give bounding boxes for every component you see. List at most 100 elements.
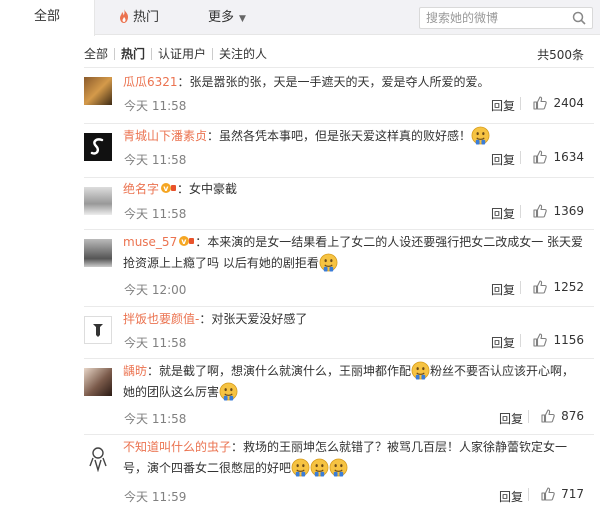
divider [520, 333, 522, 347]
tab-hot[interactable]: 热门 [118, 0, 159, 35]
reply-button[interactable]: 回复 [491, 334, 515, 351]
flame-icon [120, 9, 128, 23]
like-count: 1634 [553, 150, 584, 164]
avatar[interactable] [84, 187, 112, 215]
thumb-up-icon [533, 150, 547, 164]
search-input[interactable] [426, 10, 566, 26]
reply-button[interactable]: 回复 [499, 410, 523, 427]
like-button[interactable]: 1252 [520, 280, 584, 294]
comment-item: 龋昉：就是截了啊，想演什么就演什么，王丽坤都作配 粉丝不要否认应该开心啊，她的团队… [84, 358, 594, 434]
username[interactable]: 瓜瓜6321 [123, 75, 178, 89]
like-count: 1252 [553, 280, 584, 294]
comment-body: 瓜瓜6321：张是嚣张的张，天是一手遮天的天，爱是夺人所爱的爱。 [123, 72, 586, 93]
tab-hot-label: 热门 [133, 10, 160, 25]
timestamp: 今天 11:58 [124, 153, 187, 167]
comment-item: 拌饭也要颜值-：对张天爱没好感了 今天 11:58 回复 1156 [84, 306, 594, 358]
search-box[interactable] [419, 7, 593, 29]
chevron-down-icon: ▼ [239, 14, 246, 24]
smiley-emoji-icon [291, 458, 310, 477]
vip-badge-icon [161, 182, 177, 194]
like-button[interactable]: 1634 [520, 150, 584, 164]
divider [528, 487, 530, 501]
search-icon[interactable] [572, 11, 586, 25]
like-button[interactable]: 1156 [520, 333, 584, 347]
vip-badge-icon [179, 235, 195, 247]
username[interactable]: 不知道叫什么的虫子 [123, 440, 231, 454]
tab-bar: 全部 热门 更多 ▼ [0, 0, 600, 36]
avatar[interactable] [84, 444, 112, 472]
comment-text: ：就是截了啊，想演什么就演什么，王丽坤都作配 [147, 364, 412, 378]
avatar[interactable] [84, 368, 112, 396]
thumb-up-icon [533, 333, 547, 347]
like-count: 717 [561, 487, 584, 501]
reply-button[interactable]: 回复 [491, 97, 515, 114]
timestamp: 今天 11:58 [124, 336, 187, 350]
comment-body: 龋昉：就是截了啊，想演什么就演什么，王丽坤都作配 粉丝不要否认应该开心啊，她的团队… [123, 361, 586, 403]
comment-item: 青城山下潘素贞：虽然各凭本事吧，但是张天爱这样真的败好感！ 今天 11:58 回… [84, 123, 594, 177]
avatar-logo-icon [93, 324, 103, 337]
comment-body: 青城山下潘素贞：虽然各凭本事吧，但是张天爱这样真的败好感！ [123, 126, 586, 147]
avatar[interactable] [84, 316, 112, 344]
thumb-up-icon [541, 487, 555, 501]
avatar-logo-icon [90, 138, 104, 155]
thumb-up-icon [541, 409, 555, 423]
comment-filters: 全部 热门 认证用户 关注的人 [84, 44, 273, 64]
filter-verified[interactable]: 认证用户 [152, 45, 212, 63]
filter-following[interactable]: 关注的人 [213, 45, 273, 63]
like-count: 1369 [553, 204, 584, 218]
like-count: 1156 [553, 333, 584, 347]
like-count: 876 [561, 409, 584, 423]
smiley-emoji-icon [219, 382, 238, 401]
tab-more[interactable]: 更多 ▼ [208, 0, 246, 35]
tab-more-label: 更多 [208, 10, 235, 25]
tab-all[interactable]: 全部 [0, 0, 95, 36]
thumb-up-icon [533, 204, 547, 218]
comment-count: 共500条 [537, 48, 584, 62]
comment-text: ：女中豪截 [177, 182, 238, 196]
avatar[interactable] [84, 133, 112, 161]
timestamp: 今天 11:58 [124, 412, 187, 426]
divider [520, 150, 522, 164]
username[interactable]: 龋昉 [123, 364, 147, 378]
filter-hot[interactable]: 热门 [115, 45, 151, 63]
username[interactable]: 绝名字 [123, 182, 159, 196]
filter-all[interactable]: 全部 [84, 45, 114, 63]
thumb-up-icon [533, 280, 547, 294]
like-button[interactable]: 2404 [520, 96, 584, 110]
comment-item: 不知道叫什么的虫子：救场的王丽坤怎么就错了？被骂几百层！人家徐静蕾钦定女一号，演… [84, 434, 594, 516]
avatar[interactable] [84, 239, 112, 267]
comment-body: 绝名字 ：女中豪截 [123, 179, 586, 200]
username[interactable]: 拌饭也要颜值- [123, 312, 199, 326]
timestamp: 今天 11:58 [124, 207, 187, 221]
like-button[interactable]: 1369 [520, 204, 584, 218]
smiley-emoji-icon [411, 361, 430, 380]
timestamp: 今天 12:00 [124, 283, 187, 297]
smiley-emoji-icon [319, 253, 338, 272]
like-button[interactable]: 717 [528, 487, 584, 501]
thumb-up-icon [533, 96, 547, 110]
divider [520, 96, 522, 110]
comment-item: 绝名字 ：女中豪截 今天 11:58 回复 1369 [84, 177, 594, 229]
like-count: 2404 [553, 96, 584, 110]
like-button[interactable]: 876 [528, 409, 584, 423]
smiley-emoji-icon [471, 126, 490, 145]
comment-body: 不知道叫什么的虫子：救场的王丽坤怎么就错了？被骂几百层！人家徐静蕾钦定女一号，演… [123, 437, 586, 479]
reply-button[interactable]: 回复 [491, 205, 515, 222]
reply-button[interactable]: 回复 [491, 151, 515, 168]
timestamp: 今天 11:59 [124, 490, 187, 504]
divider [520, 280, 522, 294]
comment-text: ：张是嚣张的张，天是一手遮天的天，爱是夺人所爱的爱。 [177, 75, 490, 89]
username[interactable]: muse_57 [123, 235, 177, 249]
avatar[interactable] [84, 77, 112, 105]
comment-text: ：对张天爱没好感了 [199, 312, 308, 326]
reply-button[interactable]: 回复 [499, 488, 523, 505]
comment-body: muse_57 ：本来演的是女一结果看上了女二的人设还要强行把女二改成女一 张天爱… [123, 232, 586, 274]
smiley-emoji-icon [310, 458, 329, 477]
smiley-emoji-icon [329, 458, 348, 477]
comment-item: 瓜瓜6321：张是嚣张的张，天是一手遮天的天，爱是夺人所爱的爱。 今天 11:5… [84, 67, 594, 123]
comment-text: ：虽然各凭本事吧，但是张天爱这样真的败好感！ [207, 129, 472, 143]
divider [528, 409, 530, 423]
reply-button[interactable]: 回复 [491, 281, 515, 298]
comment-body: 拌饭也要颜值-：对张天爱没好感了 [123, 309, 586, 330]
username[interactable]: 青城山下潘素贞 [123, 129, 207, 143]
